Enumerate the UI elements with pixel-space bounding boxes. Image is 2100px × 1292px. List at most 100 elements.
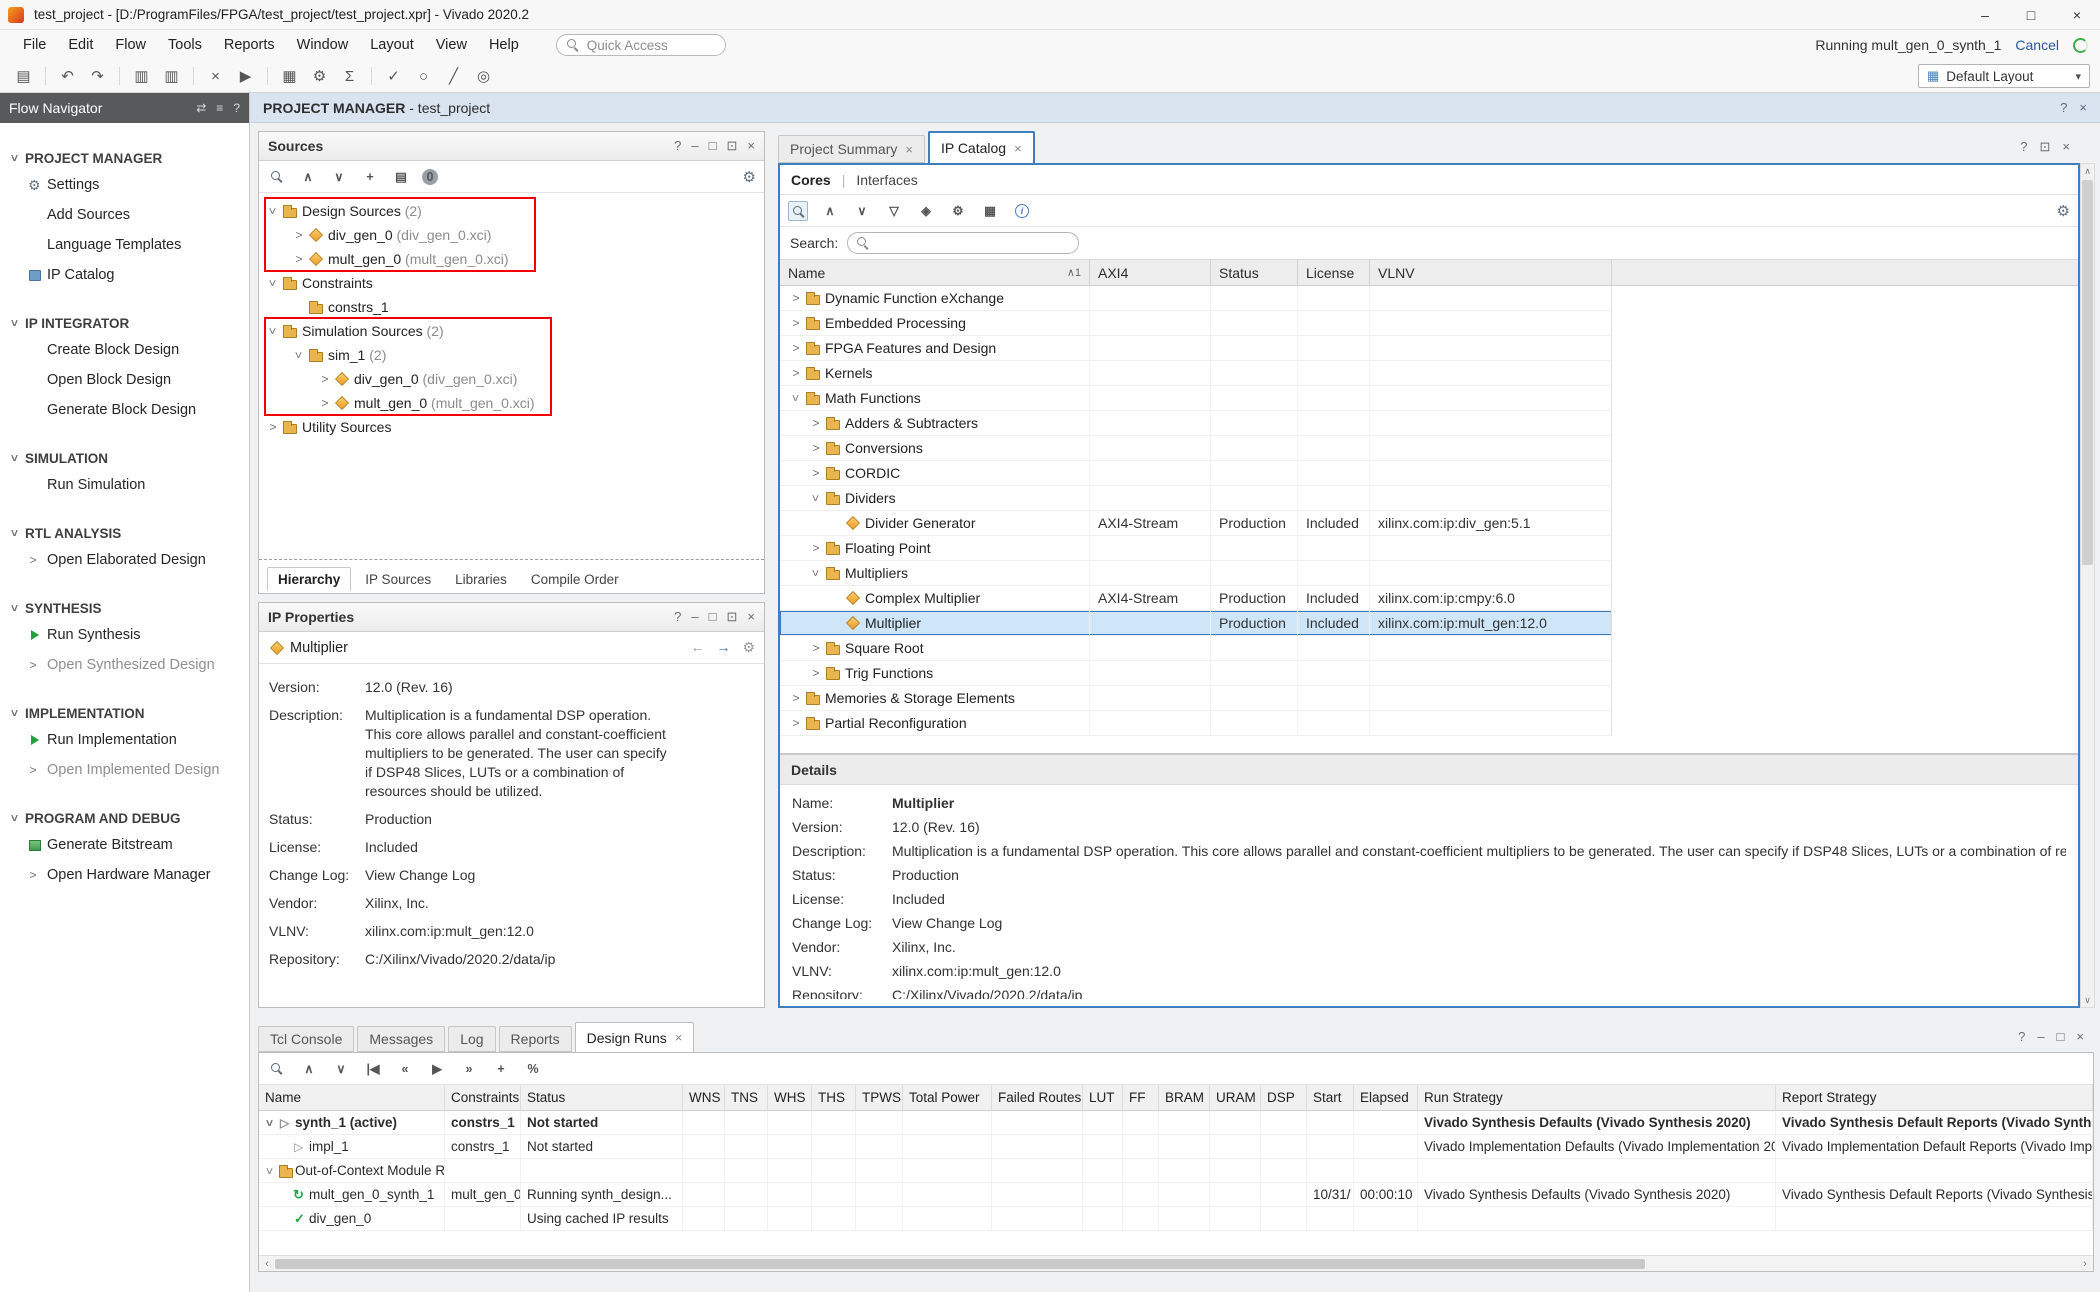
chevron-icon[interactable] bbox=[263, 1117, 277, 1129]
column-header[interactable]: WHS bbox=[768, 1085, 812, 1111]
flow-navigator-row[interactable]: Create Block Design bbox=[0, 335, 249, 365]
close-icon[interactable]: × bbox=[2079, 100, 2087, 115]
column-header[interactable]: Name bbox=[259, 1085, 445, 1111]
chevron-icon[interactable] bbox=[291, 349, 307, 361]
help-icon[interactable]: ? bbox=[674, 138, 681, 154]
maximize-icon[interactable]: ⊡ bbox=[727, 609, 738, 625]
layout-selector[interactable]: ▦ Default Layout ▾ bbox=[1918, 64, 2090, 88]
flow-navigator-row[interactable]: SIMULATION bbox=[0, 446, 249, 470]
menu-item[interactable]: Tools bbox=[157, 30, 213, 60]
chevron-icon[interactable] bbox=[263, 1165, 277, 1177]
scroll-up-icon[interactable]: ∧ bbox=[2084, 164, 2091, 178]
menu-item[interactable]: Layout bbox=[359, 30, 425, 60]
collapse-all-icon[interactable]: ∧ bbox=[298, 167, 318, 187]
chevron-icon[interactable] bbox=[265, 421, 281, 433]
flow-navigator-row[interactable]: Open Synthesized Design bbox=[0, 650, 249, 680]
catalog-row[interactable]: Multiplier Production Included xilinx.co… bbox=[780, 611, 1612, 636]
bottom-tab[interactable]: Messages bbox=[357, 1026, 445, 1052]
catalog-row[interactable]: Partial Reconfiguration bbox=[780, 711, 1612, 736]
search-icon[interactable] bbox=[788, 201, 808, 221]
flow-navigator-row[interactable]: Generate Bitstream bbox=[0, 830, 249, 860]
flow-navigator-row[interactable]: Add Sources bbox=[0, 200, 249, 230]
menu-item[interactable]: Window bbox=[286, 30, 360, 60]
column-header[interactable]: LUT bbox=[1083, 1085, 1123, 1111]
catalog-row[interactable]: Trig Functions bbox=[780, 661, 1612, 686]
catalog-row[interactable]: Floating Point bbox=[780, 536, 1612, 561]
sum-icon[interactable]: Σ bbox=[336, 64, 363, 89]
settings-icon[interactable]: ⚙ bbox=[306, 64, 333, 89]
chevron-icon[interactable] bbox=[808, 642, 824, 654]
flow-navigator-row[interactable]: Generate Block Design bbox=[0, 395, 249, 425]
chevron-icon[interactable] bbox=[808, 467, 824, 479]
sources-view-tab[interactable]: Hierarchy bbox=[267, 567, 351, 591]
tab-close-icon[interactable]: × bbox=[905, 142, 913, 157]
column-header[interactable]: TNS bbox=[725, 1085, 768, 1111]
source-tree-item[interactable]: mult_gen_0 (mult_gen_0.xci) bbox=[259, 247, 764, 271]
chevron-icon[interactable] bbox=[788, 392, 804, 404]
rewind-icon[interactable]: « bbox=[395, 1059, 415, 1079]
redo-icon[interactable]: ↷ bbox=[84, 64, 111, 89]
column-header[interactable]: Failed Routes bbox=[992, 1085, 1083, 1111]
source-tree-item[interactable]: constrs_1 bbox=[259, 295, 764, 319]
settings-icon[interactable]: ⚙ bbox=[742, 639, 755, 656]
flow-navigator-row[interactable]: Run Simulation bbox=[0, 470, 249, 500]
close-icon[interactable]: × bbox=[2076, 1029, 2084, 1044]
blocks-icon[interactable]: ▦ bbox=[276, 64, 303, 89]
edit-icon[interactable]: ╱ bbox=[440, 64, 467, 89]
menu-item[interactable]: Help bbox=[478, 30, 530, 60]
column-header[interactable]: Total Power bbox=[903, 1085, 992, 1111]
compare-icon[interactable]: ◈ bbox=[916, 201, 936, 221]
flow-navigator-row[interactable]: RTL ANALYSIS bbox=[0, 521, 249, 545]
catalog-row[interactable]: Adders & Subtracters bbox=[780, 411, 1612, 436]
run-icon[interactable]: ▶ bbox=[232, 64, 259, 89]
column-header[interactable]: Elapsed bbox=[1354, 1085, 1418, 1111]
chevron-icon[interactable] bbox=[788, 317, 804, 329]
chevron-icon[interactable] bbox=[808, 542, 824, 554]
forward-icon[interactable]: » bbox=[459, 1059, 479, 1079]
column-header[interactable] bbox=[1612, 260, 2078, 285]
chevron-icon[interactable] bbox=[788, 367, 804, 379]
minimize-icon[interactable]: – bbox=[2037, 1029, 2044, 1044]
maximize-button[interactable]: □ bbox=[2008, 0, 2054, 30]
source-tree-item[interactable]: mult_gen_0 (mult_gen_0.xci) bbox=[259, 391, 764, 415]
expand-all-icon[interactable]: ∨ bbox=[852, 201, 872, 221]
quick-access-search[interactable]: Quick Access bbox=[556, 34, 726, 56]
column-header[interactable]: WNS bbox=[683, 1085, 725, 1111]
flow-navigator-row[interactable]: Run Synthesis bbox=[0, 620, 249, 650]
maximize-icon[interactable]: ⊡ bbox=[727, 138, 738, 154]
chevron-icon[interactable] bbox=[808, 667, 824, 679]
catalog-row[interactable]: Dividers bbox=[780, 486, 1612, 511]
flow-navigator-row[interactable]: IP Catalog bbox=[0, 260, 249, 290]
maximize-icon[interactable]: ⊡ bbox=[2040, 139, 2051, 155]
source-tree-item[interactable]: div_gen_0 (div_gen_0.xci) bbox=[259, 223, 764, 247]
catalog-row[interactable]: Divider Generator AXI4-Stream Production… bbox=[780, 511, 1612, 536]
column-header[interactable]: URAM bbox=[1210, 1085, 1261, 1111]
close-icon[interactable]: × bbox=[747, 138, 755, 154]
column-header[interactable]: AXI4 bbox=[1090, 260, 1211, 285]
chevron-icon[interactable] bbox=[317, 373, 333, 385]
search-icon[interactable] bbox=[267, 1059, 287, 1079]
column-header[interactable]: TPWS bbox=[856, 1085, 903, 1111]
flow-navigator-row[interactable]: IP INTEGRATOR bbox=[0, 311, 249, 335]
save-icon[interactable]: ▤ bbox=[10, 64, 37, 89]
help-icon[interactable]: ? bbox=[233, 101, 240, 115]
chevron-icon[interactable] bbox=[265, 205, 281, 217]
tab-interfaces[interactable]: Interfaces bbox=[856, 172, 917, 188]
flow-navigator-row[interactable]: Open Implemented Design bbox=[0, 755, 249, 785]
design-run-row[interactable]: impl_1 constrs_1 Not started Vivado Impl… bbox=[259, 1135, 2093, 1159]
cancel-link[interactable]: Cancel bbox=[2015, 37, 2059, 53]
expand-all-icon[interactable]: ∨ bbox=[329, 167, 349, 187]
column-header[interactable]: DSP bbox=[1261, 1085, 1307, 1111]
catalog-row[interactable]: FPGA Features and Design bbox=[780, 336, 1612, 361]
column-header[interactable]: Report Strategy bbox=[1776, 1085, 2093, 1111]
catalog-row[interactable]: Complex Multiplier AXI4-Stream Productio… bbox=[780, 586, 1612, 611]
forward-icon[interactable]: → bbox=[716, 639, 730, 656]
menu-item[interactable]: Edit bbox=[57, 30, 104, 60]
separator[interactable] bbox=[371, 67, 372, 85]
catalog-row[interactable]: Memories & Storage Elements bbox=[780, 686, 1612, 711]
step-first-icon[interactable]: |◀ bbox=[363, 1059, 383, 1079]
help-icon[interactable]: ? bbox=[674, 609, 681, 625]
source-tree-item[interactable]: Design Sources (2) bbox=[259, 199, 764, 223]
grid-icon[interactable]: ▦ bbox=[980, 201, 1000, 221]
search-icon[interactable] bbox=[267, 167, 287, 187]
